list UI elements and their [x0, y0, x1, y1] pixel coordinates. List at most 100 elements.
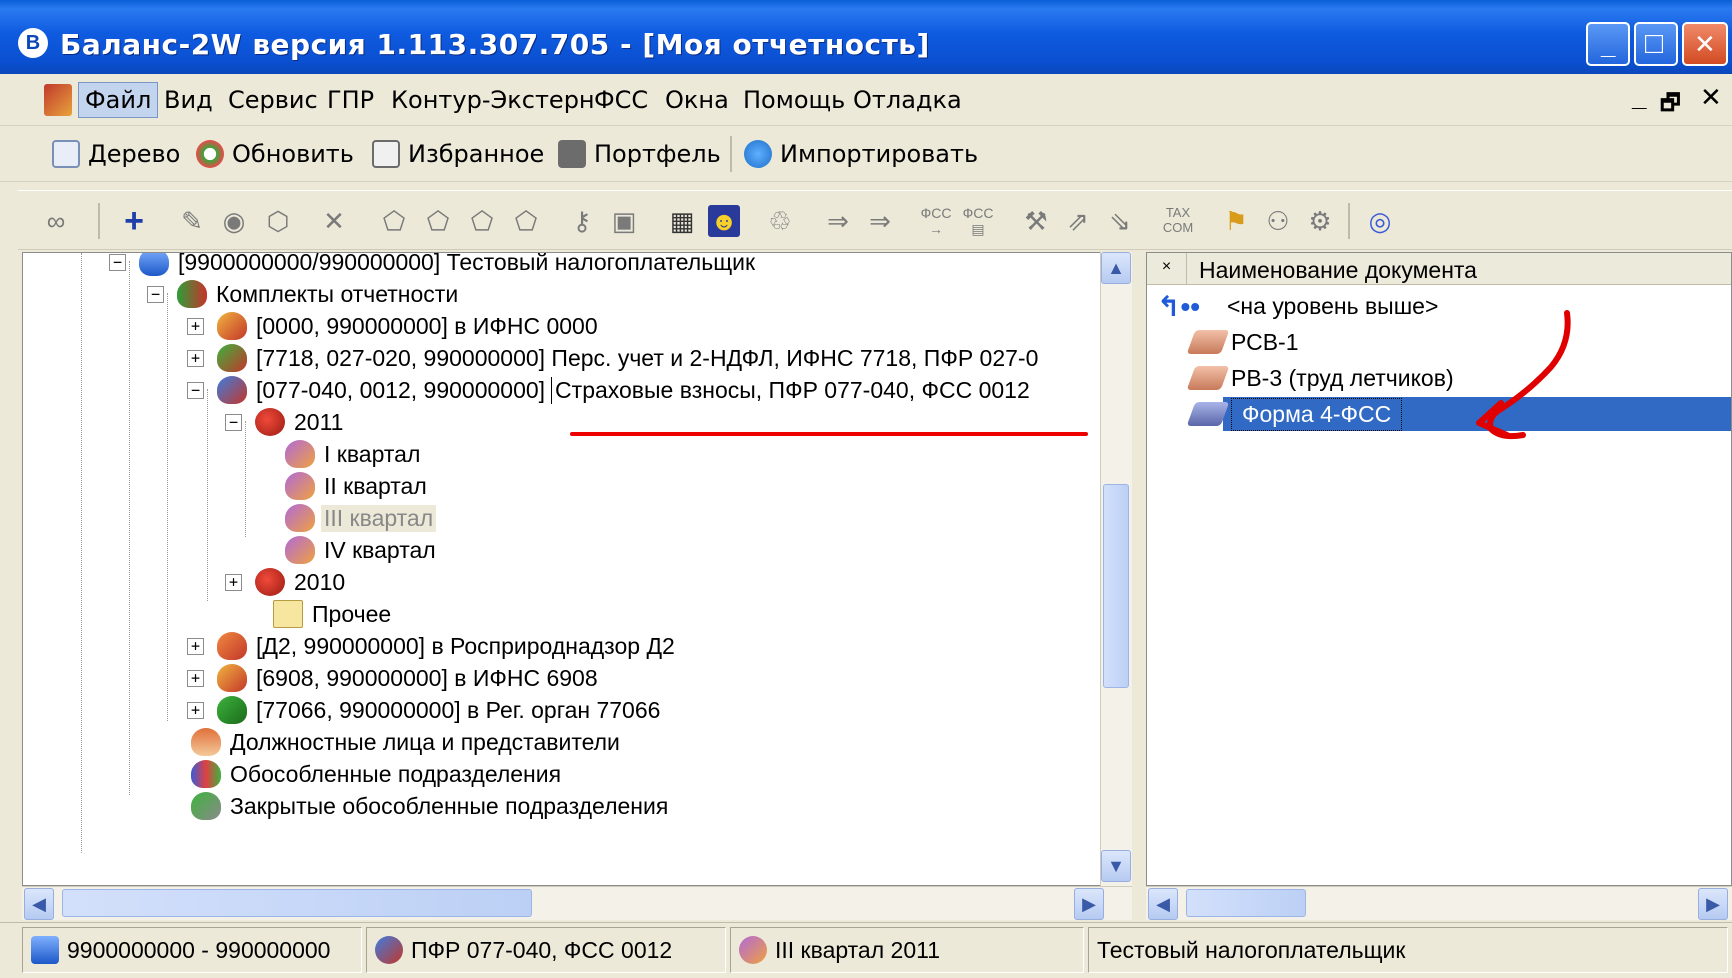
mdi-restore-button[interactable]: 🗗 [1660, 86, 1681, 124]
document-horizontal-scrollbar[interactable]: ◀ ▶ [1146, 886, 1732, 920]
scroll-right-button[interactable]: ▶ [1698, 888, 1728, 920]
document-row[interactable]: РСВ-1 [1186, 325, 1308, 359]
archive-icon[interactable]: ▦ [666, 205, 698, 237]
minimize-button[interactable]: _ [1586, 22, 1630, 66]
menu-windows[interactable]: Окна [665, 86, 729, 114]
document-row-selected[interactable]: Форма 4-ФСС [1186, 397, 1403, 431]
tree-node-taxpayer[interactable]: − [9900000000/990000000] Тестовый налого… [109, 253, 758, 279]
menu-file[interactable]: Файл [78, 82, 159, 118]
portfolio-button[interactable]: Портфель [558, 136, 721, 172]
delete-icon[interactable]: ✕ [318, 205, 350, 237]
expand-toggle[interactable]: + [225, 574, 242, 591]
chart-up-icon[interactable]: ⇗ [1062, 205, 1094, 237]
tree-vertical-scrollbar[interactable]: ▲ ▼ [1100, 252, 1132, 886]
tree-view[interactable]: − [9900000000/990000000] Тестовый налого… [22, 252, 1130, 886]
expand-toggle[interactable]: + [187, 638, 204, 655]
tree-node-q1[interactable]: I квартал [285, 437, 423, 471]
view-glasses-icon[interactable]: ∞ [40, 205, 72, 237]
fss-receive-icon[interactable]: ФСС ▤ [962, 205, 994, 237]
refresh-icon [196, 140, 224, 168]
people-icon[interactable]: ⚑ [1220, 205, 1252, 237]
favorites-button[interactable]: Избранное [372, 136, 544, 172]
mdi-minimize-button[interactable]: _ [1632, 82, 1646, 113]
key-icon[interactable]: ⚷ [566, 205, 598, 237]
send-all-icon[interactable]: ⬠ [466, 205, 498, 237]
collapse-toggle[interactable]: − [225, 414, 242, 431]
fss-send-icon[interactable]: ФСС → [920, 205, 952, 237]
menu-fss[interactable]: ФСС [594, 86, 648, 114]
tree-node-set-rpn[interactable]: + [Д2, 990000000] в Росприроднадзор Д2 [187, 629, 678, 663]
scroll-thumb[interactable] [1103, 484, 1129, 688]
folder-icon [273, 600, 303, 628]
tree-horizontal-scrollbar[interactable]: ◀ ▶ [22, 886, 1132, 920]
target-icon[interactable]: ◎ [1364, 205, 1396, 237]
tree-node-set-ifns-6908[interactable]: + [6908, 990000000] в ИФНС 6908 [187, 661, 601, 695]
menu-debug[interactable]: Отладка [853, 86, 962, 114]
group-icon[interactable]: ⚇ [1262, 205, 1294, 237]
column-chooser-button[interactable]: × [1147, 253, 1187, 285]
chart-down-icon[interactable]: ⇘ [1104, 205, 1136, 237]
import-button[interactable]: Импортировать [744, 136, 978, 172]
export-icon[interactable]: ⇒ [822, 205, 854, 237]
add-icon[interactable]: + [118, 204, 150, 238]
menu-view[interactable]: Вид [164, 86, 213, 114]
send-icon[interactable]: ⬠ [422, 205, 454, 237]
app-menu-icon[interactable] [44, 84, 72, 116]
package-icon[interactable]: ⬡ [262, 205, 294, 237]
tree-node-q3[interactable]: III квартал [285, 501, 437, 535]
tree-node-other[interactable]: Прочее [273, 597, 394, 631]
tree-node-q2[interactable]: II квартал [285, 469, 430, 503]
status-taxpayer-text: Тестовый налогоплательщик [1097, 936, 1406, 963]
document-list[interactable]: × Наименование документа ↰•• <на уровень… [1146, 252, 1732, 886]
scroll-up-button[interactable]: ▲ [1101, 252, 1131, 284]
menu-gpr[interactable]: ГПР [327, 86, 374, 114]
recycle-icon[interactable]: ♲ [764, 205, 796, 237]
tree-node-year-2010[interactable]: + 2010 [225, 565, 348, 599]
refresh-button[interactable]: Обновить [196, 136, 354, 172]
expand-toggle[interactable]: + [187, 318, 204, 335]
document-row-up[interactable]: ↰•• <на уровень выше> [1157, 289, 1448, 323]
maximize-button[interactable]: □ [1634, 22, 1678, 66]
scroll-left-button[interactable]: ◀ [1148, 888, 1178, 920]
tree-node-q4[interactable]: IV квартал [285, 533, 439, 567]
scroll-right-button[interactable]: ▶ [1074, 888, 1104, 920]
tree-node-year-2011[interactable]: − 2011 [225, 405, 346, 439]
menu-service[interactable]: Сервис [228, 86, 318, 114]
user-card-icon[interactable]: ☻ [708, 205, 740, 237]
sign-icon[interactable]: ⬠ [378, 205, 410, 237]
tree-node-subdivisions[interactable]: Обособленные подразделения [191, 757, 564, 791]
tax-com-icon[interactable]: TAX COM [1162, 205, 1194, 237]
scroll-down-button[interactable]: ▼ [1101, 850, 1131, 882]
preview-icon[interactable]: ◉ [218, 205, 250, 237]
tools-icon[interactable]: ⚒ [1020, 205, 1052, 237]
structure-icon[interactable]: ⚙ [1304, 205, 1336, 237]
check-doc-icon[interactable]: ▣ [608, 205, 640, 237]
scroll-thumb[interactable] [1186, 889, 1306, 917]
scroll-left-button[interactable]: ◀ [24, 888, 54, 920]
export-all-icon[interactable]: ⇒ [864, 205, 896, 237]
tree-node-report-sets[interactable]: − Комплекты отчетности [147, 277, 461, 311]
receive-icon[interactable]: ⬠ [510, 205, 542, 237]
title-bar[interactable]: В Баланс-2W версия 1.113.307.705 - [Моя … [0, 0, 1732, 74]
column-header-name[interactable]: Наименование документа [1199, 257, 1477, 284]
collapse-toggle[interactable]: − [187, 382, 204, 399]
expand-toggle[interactable]: + [187, 350, 204, 367]
expand-toggle[interactable]: + [187, 702, 204, 719]
menu-kontur[interactable]: Контур-Экстерн [391, 86, 595, 114]
tree-node-closed-subdivisions[interactable]: Закрытые обособленные подразделения [191, 789, 671, 823]
collapse-toggle[interactable]: − [109, 254, 126, 271]
tree-node-set-insurance[interactable]: − [077-040, 0012, 990000000] Страховые в… [187, 373, 1033, 407]
scroll-thumb[interactable] [62, 889, 532, 917]
tree-node-set-ifns-0000[interactable]: + [0000, 990000000] в ИФНС 0000 [187, 309, 601, 343]
menu-help[interactable]: Помощь [743, 86, 845, 114]
mdi-close-button[interactable]: ✕ [1700, 82, 1722, 113]
tree-node-set-pers-ndfl[interactable]: + [7718, 027-020, 990000000] Перс. учет … [187, 341, 1041, 375]
tree-node-set-reg-77066[interactable]: + [77066, 990000000] в Рег. орган 77066 [187, 693, 663, 727]
document-row[interactable]: РВ-3 (труд летчиков) [1186, 361, 1464, 395]
close-button[interactable]: ✕ [1682, 22, 1728, 66]
tree-button[interactable]: Дерево [52, 136, 180, 172]
edit-icon[interactable]: ✎ [176, 205, 208, 237]
tree-node-officials[interactable]: Должностные лица и представители [191, 725, 623, 759]
expand-toggle[interactable]: + [187, 670, 204, 687]
collapse-toggle[interactable]: − [147, 286, 164, 303]
